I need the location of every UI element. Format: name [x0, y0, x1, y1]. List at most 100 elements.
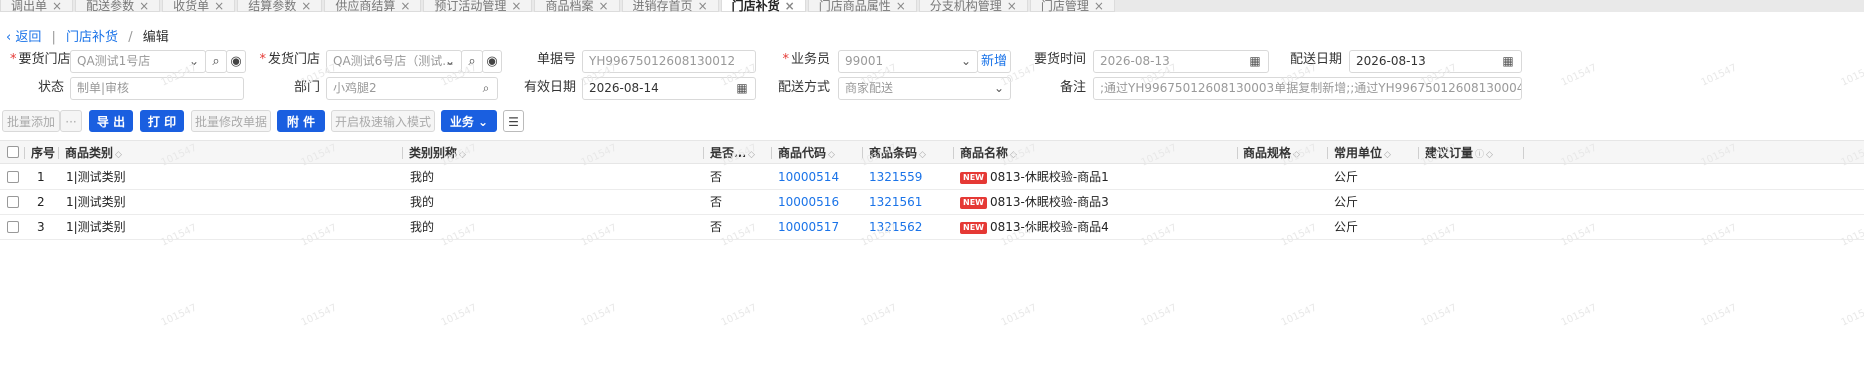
table-row[interactable]: 2 1|测试类别 我的 否 10000516 1321561 公斤 NEW 0813-休眠校验-… — [0, 190, 1864, 215]
req-store-search-button[interactable]: ⌕ — [205, 50, 227, 73]
print-button[interactable]: 打 印 — [140, 110, 184, 132]
valid-date-picker[interactable]: 2026-08-14 ▦ — [582, 77, 756, 100]
sort-icon[interactable]: ◇ — [748, 150, 755, 160]
close-icon[interactable]: × — [301, 0, 311, 12]
column-settings-button[interactable]: ☰ — [503, 110, 524, 132]
th-code[interactable]: 商品代码 ◇ — [778, 141, 835, 165]
close-icon[interactable]: × — [214, 0, 224, 12]
close-icon[interactable]: × — [511, 0, 521, 12]
table-row[interactable]: 3 1|测试类别 我的 否 10000517 1321562 公斤 NEW 0813-休眠校验-… — [0, 215, 1864, 240]
tab-item[interactable]: 预订活动管理 × — [423, 0, 533, 12]
close-icon[interactable]: × — [698, 0, 708, 12]
close-icon[interactable]: × — [52, 0, 62, 12]
send-store-search-button[interactable]: ⌕ — [461, 50, 483, 73]
breadcrumb-parent[interactable]: 门店补货 — [66, 30, 118, 45]
send-store-view-button[interactable]: ◉ — [482, 50, 502, 73]
bill-no-field[interactable]: YH99675012608130012 — [582, 50, 756, 73]
tab-item[interactable]: 供应商结算 × — [324, 0, 422, 12]
batch-edit-button[interactable]: 批量修改单据 — [191, 110, 271, 132]
tab-item[interactable]: 进销存首页 × — [621, 0, 719, 12]
cell-barcode[interactable]: 1321561 — [869, 190, 922, 215]
sort-icon[interactable]: ◇ — [828, 150, 835, 160]
bill-no-label: 单据号 — [536, 52, 576, 67]
product-name: 0813-休眠校验-商品3 — [989, 195, 1109, 209]
batch-add-button[interactable]: 批量添加 — [2, 110, 60, 132]
chevron-down-icon: ⌄ — [993, 81, 1005, 95]
sort-icon[interactable]: ◇ — [1293, 150, 1300, 160]
cell-seq: 1 — [37, 170, 45, 184]
tab-item[interactable]: 商品档案 × — [534, 0, 620, 12]
table-row[interactable]: 1 1|测试类别 我的 否 10000514 1321559 公斤 NEW 0813-休眠校验-… — [0, 165, 1864, 190]
th-unit[interactable]: 常用单位 ◇ — [1334, 141, 1391, 165]
send-store-select[interactable]: QA测试6号店（测试... ⌄ — [326, 50, 462, 73]
row-checkbox[interactable] — [7, 221, 19, 233]
delivery-mode-select[interactable]: 商家配送 ⌄ — [838, 77, 1011, 100]
tab-label: 结算参数 — [248, 0, 297, 12]
tab-label: 分支机构管理 — [929, 0, 1002, 12]
salesman-add-button[interactable]: 新增 — [977, 50, 1011, 73]
close-icon[interactable]: × — [139, 0, 149, 12]
cell-code[interactable]: 10000516 — [778, 190, 839, 215]
watermark-text: 101547 — [859, 302, 899, 329]
product-name: 0813-休眠校验-商品1 — [989, 170, 1109, 184]
tab-item[interactable]: 收货单 × — [162, 0, 236, 12]
th-suggest[interactable]: 建议订量 ⓘ ◇ — [1425, 141, 1493, 165]
th-isx[interactable]: 是否… ◇ — [710, 141, 755, 165]
th-name[interactable]: 商品名称 ◇ — [960, 141, 1017, 165]
th-spec[interactable]: 商品规格 ◇ — [1243, 141, 1300, 165]
back-link[interactable]: ‹ 返回 — [6, 30, 41, 45]
close-icon[interactable]: × — [785, 0, 795, 12]
th-barcode[interactable]: 商品条码 ◇ — [869, 141, 926, 165]
cell-code[interactable]: 10000517 — [778, 215, 839, 240]
business-dropdown-button[interactable]: 业务 ⌄ — [441, 110, 497, 132]
cell-isx: 否 — [710, 170, 723, 184]
row-checkbox[interactable] — [7, 196, 19, 208]
tab-item[interactable]: 分支机构管理 × — [918, 0, 1028, 12]
sort-icon[interactable]: ◇ — [1486, 150, 1493, 160]
attachment-button[interactable]: 附 件 — [277, 110, 325, 132]
dept-field[interactable]: 小鸡腿2 ⌕ — [326, 77, 498, 100]
req-store-view-button[interactable]: ◉ — [226, 50, 246, 73]
close-icon[interactable]: × — [1007, 0, 1017, 12]
salesman-label: * 业务员 — [782, 52, 830, 67]
tab-item[interactable]: 门店商品属性 × — [807, 0, 917, 12]
breadcrumb: ‹ 返回 | 门店补货 / 编辑 — [6, 30, 169, 46]
th-alias[interactable]: 类别别称 ◇ — [409, 141, 466, 165]
watermark-text: 101547 — [1559, 62, 1599, 89]
delivery-date-picker[interactable]: 2026-08-13 ▦ — [1349, 50, 1522, 73]
sort-icon[interactable]: ◇ — [459, 150, 466, 160]
sort-icon[interactable]: ◇ — [115, 150, 122, 160]
sort-icon[interactable]: ◇ — [1384, 150, 1391, 160]
help-icon[interactable]: ⓘ — [1475, 150, 1484, 160]
select-all-checkbox[interactable] — [7, 146, 19, 158]
close-icon[interactable]: × — [896, 0, 906, 12]
tab-item[interactable]: 结算参数 × — [237, 0, 323, 12]
close-icon[interactable]: × — [1094, 0, 1104, 12]
close-icon[interactable]: × — [598, 0, 608, 12]
fast-input-button[interactable]: 开启极速输入模式 — [331, 110, 435, 132]
tab-item[interactable]: 调出单 × — [0, 0, 74, 12]
sort-icon[interactable]: ◇ — [1010, 150, 1017, 160]
salesman-select[interactable]: 99001 ⌄ — [838, 50, 978, 73]
th-category[interactable]: 商品类别 ◇ — [65, 141, 122, 165]
watermark-text: 101547 — [1699, 302, 1739, 329]
sort-icon[interactable]: ◇ — [919, 150, 926, 160]
export-button[interactable]: 导 出 — [89, 110, 133, 132]
req-store-select[interactable]: QA测试1号店 ⌄ — [70, 50, 206, 73]
close-icon[interactable]: × — [400, 0, 410, 12]
cell-barcode[interactable]: 1321559 — [869, 165, 922, 190]
eye-icon: ◉ — [486, 54, 498, 69]
cell-barcode[interactable]: 1321562 — [869, 215, 922, 240]
breadcrumb-slash: / — [128, 30, 133, 45]
remark-field[interactable]: ;通过YH99675012608130003单据复制新增;;通过YH996750… — [1093, 77, 1522, 100]
tab-item[interactable]: 门店补货 × — [720, 0, 806, 12]
row-checkbox[interactable] — [7, 171, 19, 183]
tab-item[interactable]: 配送参数 × — [75, 0, 161, 12]
cell-code[interactable]: 10000514 — [778, 165, 839, 190]
more-button[interactable]: ··· — [60, 110, 82, 132]
tab-item[interactable]: 门店管理 × — [1029, 0, 1115, 12]
tab-label: 商品档案 — [545, 0, 594, 12]
tab-label: 供应商结算 — [335, 0, 396, 12]
req-time-picker[interactable]: 2026-08-13 ▦ — [1093, 50, 1269, 73]
watermark-text: 101547 — [999, 302, 1039, 329]
